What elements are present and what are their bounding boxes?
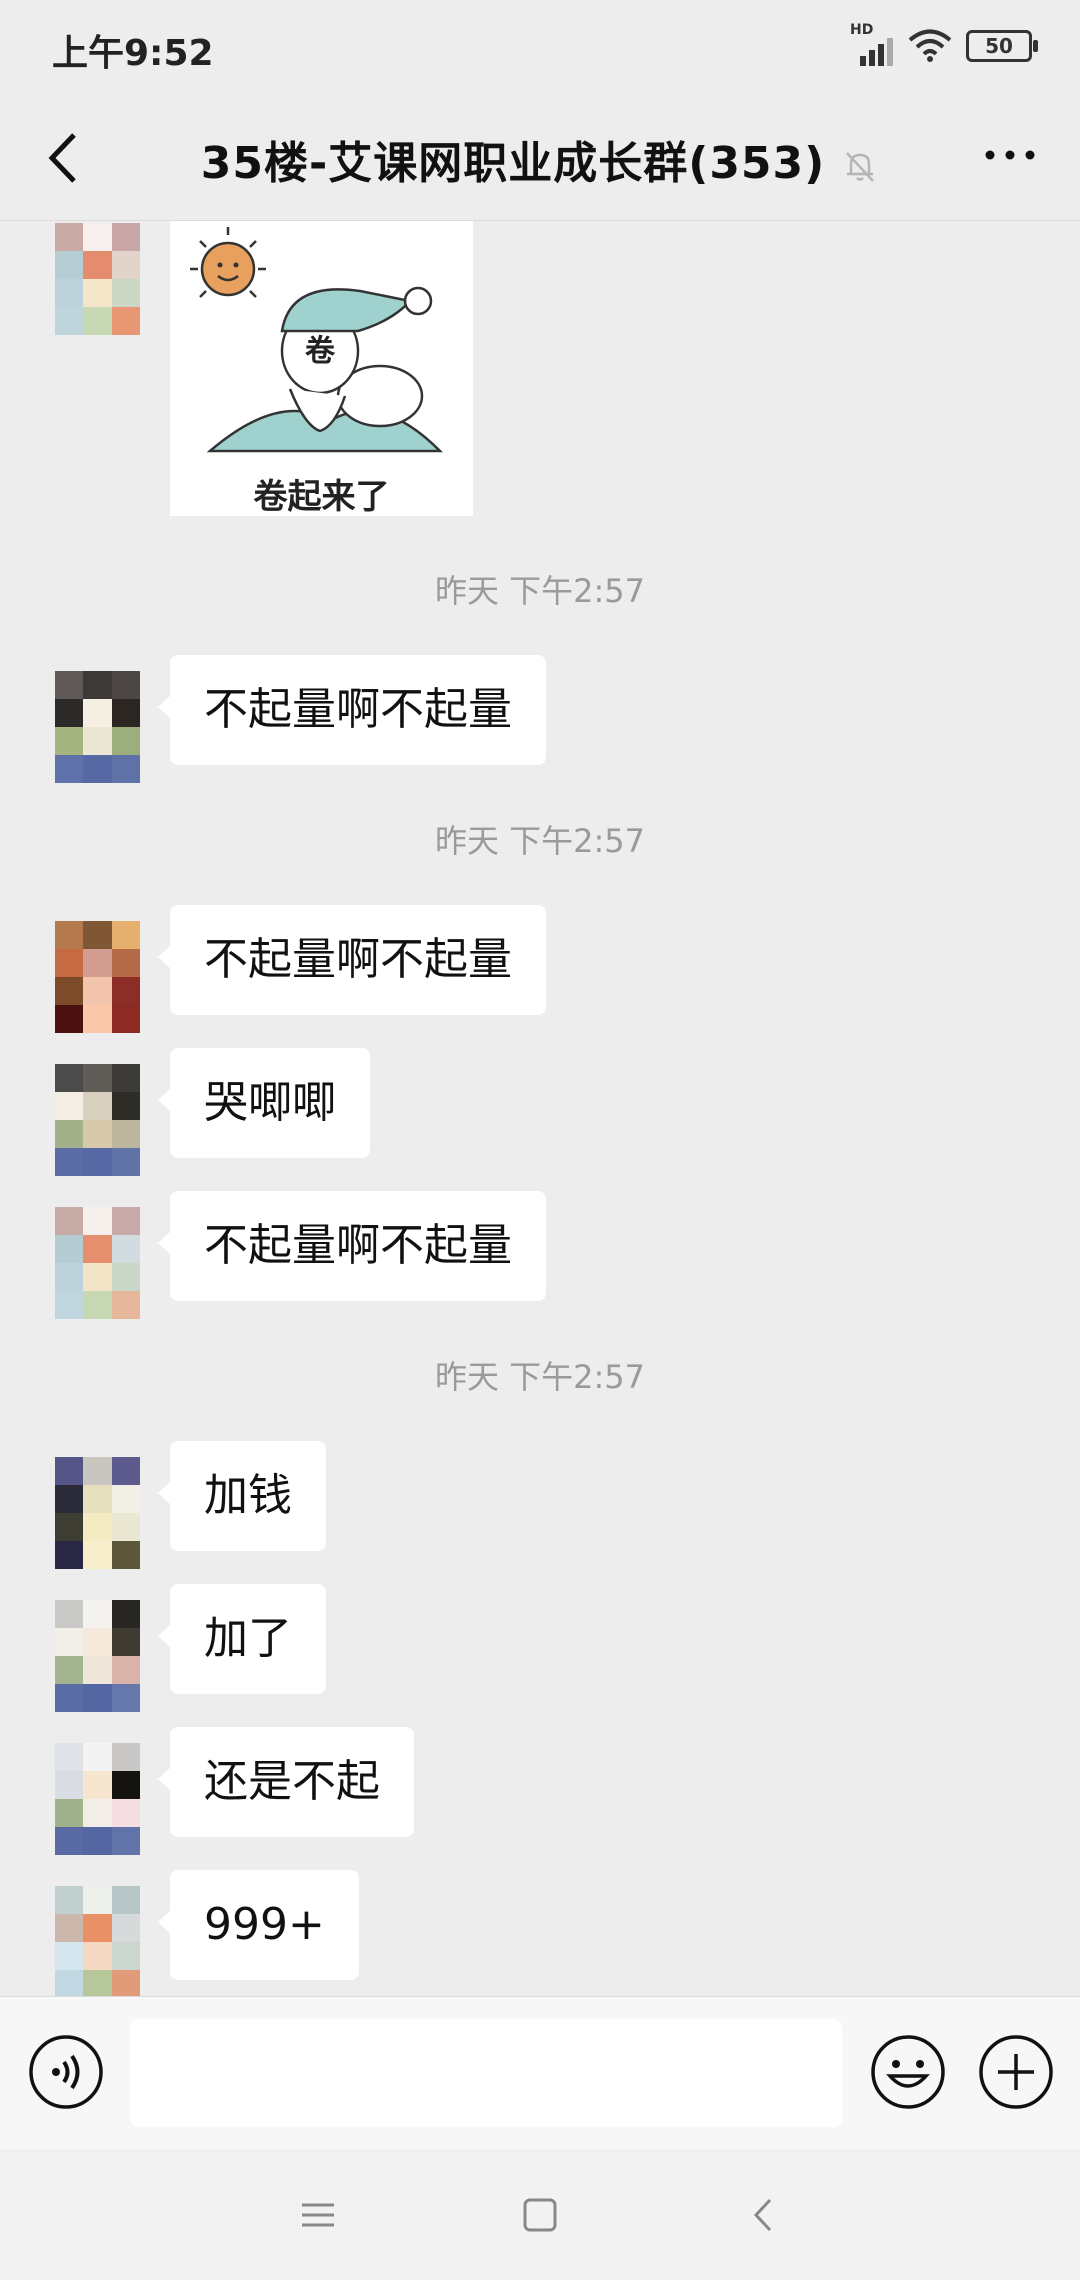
status-icons: HD 50 — [850, 22, 1038, 66]
chat-message-list[interactable]: 卷 卷起来了 昨天 下午2:57 不起量啊不起量 昨天 下午2:57 不起量啊不… — [0, 221, 1080, 1996]
muted-bell-icon — [846, 152, 875, 182]
avatar[interactable] — [55, 1457, 140, 1569]
signal-icon: HD — [850, 22, 894, 66]
sticker-caption: 卷起来了 — [253, 477, 390, 517]
status-bar: 上午9:52 HD 50 — [0, 0, 1080, 95]
sticker-image[interactable]: 卷 卷起来了 — [170, 221, 473, 517]
voice-icon[interactable] — [28, 2034, 104, 2110]
message-bubble[interactable]: 999+ — [158, 1870, 359, 1980]
message-bubble[interactable]: 加了 — [158, 1584, 326, 1694]
message-bubble[interactable]: 不起量啊不起量 — [158, 1191, 546, 1301]
avatar[interactable] — [55, 1064, 140, 1176]
avatar[interactable] — [55, 1886, 140, 1996]
timestamp: 昨天 下午2:57 — [434, 1358, 646, 1396]
message-bubble[interactable]: 加钱 — [158, 1441, 326, 1551]
avatar[interactable] — [55, 921, 140, 1033]
system-navigation-bar — [0, 2149, 1080, 2280]
plus-icon[interactable] — [978, 2034, 1054, 2110]
group-title[interactable]: 35楼-艾课网职业成长群(353) — [0, 127, 1080, 191]
input-bar — [0, 1996, 1080, 2149]
avatar[interactable] — [55, 1743, 140, 1855]
back-icon[interactable] — [740, 2191, 788, 2239]
status-time: 上午9:52 — [52, 33, 214, 74]
sticker-glyph: 卷 — [305, 334, 336, 369]
home-icon[interactable] — [516, 2191, 564, 2239]
message-bubble[interactable]: 还是不起 — [158, 1727, 414, 1837]
message-bubble[interactable]: 不起量啊不起量 — [158, 905, 546, 1015]
avatar[interactable] — [55, 223, 140, 335]
wifi-icon — [908, 29, 952, 62]
message-bubble[interactable]: 哭唧唧 — [158, 1048, 370, 1158]
avatar[interactable] — [55, 1207, 140, 1319]
timestamp: 昨天 下午2:57 — [434, 822, 646, 860]
more-dots-icon[interactable] — [980, 135, 1040, 175]
group-title-text: 35楼-艾课网职业成长群(353) — [200, 138, 826, 189]
avatar[interactable] — [55, 671, 140, 783]
menu-icon[interactable] — [294, 2191, 342, 2239]
avatar[interactable] — [55, 1600, 140, 1712]
battery-indicator: 50 — [966, 30, 1038, 62]
chat-header: 35楼-艾课网职业成长群(353) — [0, 95, 1080, 221]
message-bubble[interactable]: 不起量啊不起量 — [158, 655, 546, 765]
message-input[interactable] — [130, 2019, 842, 2127]
timestamp: 昨天 下午2:57 — [434, 572, 646, 610]
emoji-icon[interactable] — [870, 2034, 946, 2110]
